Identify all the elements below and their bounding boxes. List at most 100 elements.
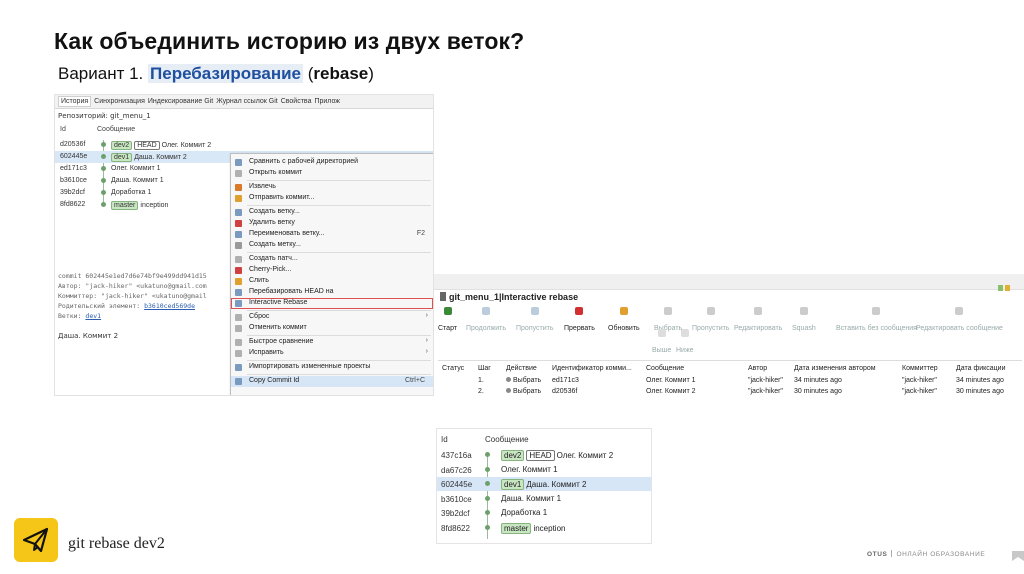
- menu-item[interactable]: Удалить ветку: [231, 218, 433, 229]
- menu-item[interactable]: Слить: [231, 276, 433, 287]
- commit-node-icon: [101, 178, 106, 183]
- rebase-col-header[interactable]: Идентификатор комми...: [552, 365, 632, 372]
- result-row[interactable]: 39b2dcf Доработка 1: [437, 506, 651, 520]
- rebase-col-header[interactable]: Коммиттер: [902, 365, 938, 372]
- toolbar-button[interactable]: Редактировать сообщение: [916, 307, 1003, 335]
- menu-item[interactable]: Импортировать измененные проекты: [231, 362, 433, 373]
- view-icon: [440, 292, 446, 301]
- commit-details: commit 602445e1ed7d6e74bf9e499dd941d15 А…: [58, 271, 207, 341]
- rebase-col-header[interactable]: Дата фиксации: [956, 365, 1005, 372]
- tab-reflog[interactable]: Журнал ссылок Git: [216, 98, 278, 105]
- tab-properties[interactable]: Свойства: [281, 98, 312, 105]
- menu-item-label: Создать ветку...: [249, 208, 300, 215]
- subtitle-highlight: Перебазирование: [148, 64, 303, 83]
- menu-item[interactable]: Сравнить с рабочей директорией: [231, 157, 433, 168]
- result-row[interactable]: 602445e dev1 Даша. Коммит 2: [437, 477, 651, 492]
- menu-separator: [247, 205, 431, 206]
- pick-icon: [664, 307, 673, 315]
- commit-node-icon: [485, 525, 490, 530]
- rebase-cell-action[interactable]: Выбрать: [506, 377, 541, 384]
- quick-compare-icon: [235, 339, 242, 346]
- col-message-header[interactable]: Сообщение: [97, 126, 135, 133]
- menu-item[interactable]: Извлечь: [231, 182, 433, 193]
- menu-item[interactable]: Создать патч...: [231, 254, 433, 265]
- pick-action-icon: [506, 388, 511, 393]
- menu-item[interactable]: Copy Commit Id Ctrl+C: [231, 376, 433, 387]
- refresh-icon: [619, 307, 628, 315]
- move-button[interactable]: Выше: [652, 329, 671, 357]
- result-row[interactable]: da67c26 Олег. Коммит 1: [437, 463, 651, 477]
- parent-link[interactable]: b3610ced569de: [144, 302, 195, 310]
- toolbar-button[interactable]: Продолжить: [466, 307, 506, 335]
- menu-item[interactable]: Перебазировать HEAD на: [231, 287, 433, 298]
- commit-message: inception: [140, 202, 169, 209]
- menu-item[interactable]: Interactive Rebase: [231, 298, 433, 309]
- detail-message: Даша. Коммит 2: [58, 332, 119, 340]
- rebase-cell-action[interactable]: Выбрать: [506, 388, 541, 395]
- menu-item[interactable]: Исправить ›: [231, 348, 433, 359]
- rebase-window: git_menu_1|Interactive rebase Старт Продо…: [434, 274, 1024, 402]
- toolbar-button-label: Прервать: [564, 325, 595, 332]
- menu-item-label: Удалить ветку: [249, 219, 295, 226]
- menu-item[interactable]: Создать ветку...: [231, 207, 433, 218]
- menu-item[interactable]: Отменить коммит: [231, 323, 433, 334]
- commit-message-cell: master inception: [501, 523, 565, 534]
- rebase-col-header[interactable]: Шаг: [478, 365, 491, 372]
- minimize-icon[interactable]: [998, 285, 1003, 291]
- menu-item[interactable]: Cherry-Pick...: [231, 265, 433, 276]
- col-id-header[interactable]: Id: [60, 126, 66, 133]
- toolbar-button[interactable]: Squash: [792, 307, 816, 335]
- submenu-arrow-icon: ›: [425, 348, 428, 355]
- rebase-col-header[interactable]: Действие: [506, 365, 537, 372]
- tab-app[interactable]: Прилож: [314, 98, 340, 105]
- commit-message: Даша. Коммит 1: [501, 493, 562, 503]
- toolbar-button[interactable]: Прервать: [564, 307, 595, 335]
- tab-staging[interactable]: Индексирование Git: [148, 98, 213, 105]
- menu-item[interactable]: Переименовать ветку... F2: [231, 229, 433, 240]
- copy-icon: [235, 378, 242, 385]
- commit-message: Доработка 1: [111, 189, 152, 196]
- tab-history[interactable]: История: [58, 96, 92, 107]
- branch-link[interactable]: dev1: [85, 312, 101, 320]
- cherry-pick-icon: [235, 267, 242, 274]
- menu-item[interactable]: Открыть коммит: [231, 168, 433, 179]
- toolbar-button[interactable]: Обновить: [608, 307, 640, 335]
- history-row[interactable]: d20536f dev2 HEAD Олег. Коммит 2: [55, 139, 433, 151]
- menu-separator: [247, 374, 431, 375]
- result-row[interactable]: 8fd8622 master inception: [437, 521, 651, 535]
- rebase-col-header[interactable]: Статус: [442, 365, 464, 372]
- rebase-title: git_menu_1|Interactive rebase: [440, 292, 578, 302]
- result-row[interactable]: 437c16a dev2 HEAD Олег. Коммит 2: [437, 448, 651, 462]
- rebase-col-header[interactable]: Дата изменения автором: [794, 365, 876, 372]
- result-window: Id Сообщение 437c16a dev2 HEAD Олег. Коммит…: [436, 428, 652, 544]
- menu-item[interactable]: Отправить коммит...: [231, 193, 433, 204]
- menu-item-label: Извлечь: [249, 183, 276, 190]
- toolbar-button[interactable]: Редактировать: [734, 307, 782, 335]
- menu-item[interactable]: Быстрое сравнение ›: [231, 337, 433, 348]
- tab-sync[interactable]: Синхронизация: [94, 98, 145, 105]
- maximize-icon[interactable]: [1005, 285, 1010, 291]
- menu-item[interactable]: Создать метку...: [231, 240, 433, 251]
- branch-tag: dev1: [111, 153, 133, 162]
- menu-item[interactable]: Сброс ›: [231, 312, 433, 323]
- detail-branches: Ветки: dev1: [58, 312, 102, 320]
- result-col-id-header[interactable]: Id: [441, 435, 448, 444]
- subtitle-bold: rebase: [313, 64, 369, 83]
- toolbar-button[interactable]: Пропустить: [516, 307, 554, 335]
- menu-item-label: Interactive Rebase: [249, 299, 308, 306]
- pick-action-icon: [506, 377, 511, 382]
- submenu-arrow-icon: ›: [425, 312, 428, 319]
- rebase-col-header[interactable]: Сообщение: [646, 365, 684, 372]
- result-row[interactable]: b3610ce Даша. Коммит 1: [437, 492, 651, 506]
- move-button[interactable]: Ниже: [676, 329, 694, 357]
- toolbar-button[interactable]: Старт: [438, 307, 457, 335]
- toolbar-button[interactable]: Пропустить: [692, 307, 730, 335]
- result-col-message-header[interactable]: Сообщение: [485, 435, 529, 444]
- rebase-col-header[interactable]: Автор: [748, 365, 767, 372]
- paper-plane-icon: [22, 527, 49, 553]
- toolbar-button[interactable]: Вставить без сообщения: [836, 307, 917, 335]
- tag-icon: [235, 242, 242, 249]
- branch-tag: HEAD: [134, 141, 160, 150]
- branch-tag: dev2: [111, 141, 133, 150]
- move-up-icon: [657, 329, 666, 337]
